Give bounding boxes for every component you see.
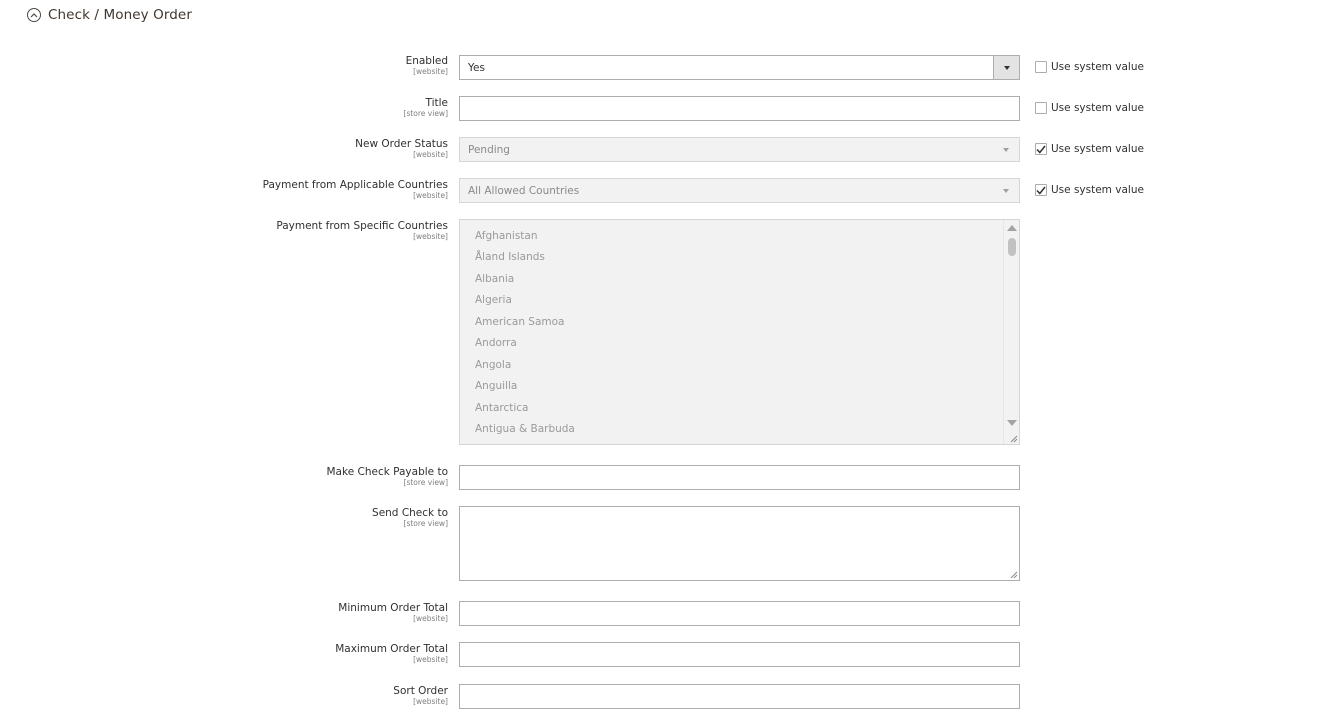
check-icon: [1036, 186, 1046, 195]
send-check-to-textarea[interactable]: [459, 506, 1020, 581]
select-value: All Allowed Countries: [468, 184, 580, 197]
chevron-down-icon: [993, 138, 1019, 161]
checkbox[interactable]: [1035, 102, 1047, 114]
list-item[interactable]: Anguilla: [475, 380, 517, 392]
check-icon: [1036, 145, 1046, 154]
title-use-system-value[interactable]: Use system value: [1035, 102, 1144, 114]
field-label: Send Check to: [372, 507, 448, 519]
list-item[interactable]: Albania: [475, 273, 514, 285]
list-item[interactable]: Antarctica: [475, 402, 529, 414]
list-item[interactable]: Algeria: [475, 294, 512, 306]
checkbox-label: Use system value: [1051, 102, 1144, 114]
scrollbar[interactable]: [1003, 220, 1019, 444]
list-item[interactable]: Antigua & Barbuda: [475, 423, 575, 435]
scope-label: [website]: [413, 232, 448, 241]
scope-label: [website]: [413, 150, 448, 159]
scope-label: [website]: [413, 697, 448, 706]
chevron-down-icon: [993, 56, 1019, 79]
max-order-total-input[interactable]: [459, 642, 1020, 667]
checkbox-label: Use system value: [1051, 61, 1144, 73]
list-item[interactable]: Angola: [475, 359, 511, 371]
field-label: Make Check Payable to: [326, 466, 449, 478]
field-label: Payment from Specific Countries: [276, 220, 448, 232]
scope-label: [store view]: [403, 519, 448, 528]
scope-label: [website]: [413, 614, 448, 623]
list-item[interactable]: American Samoa: [475, 316, 565, 328]
resize-handle-icon[interactable]: [1009, 434, 1018, 443]
min-order-total-input[interactable]: [459, 601, 1020, 626]
select-value: Pending: [468, 143, 510, 156]
new-order-status-select[interactable]: Pending: [459, 137, 1020, 162]
new-order-status-use-system-value[interactable]: Use system value: [1035, 143, 1144, 155]
enabled-use-system-value[interactable]: Use system value: [1035, 61, 1144, 73]
select-value: Yes: [468, 61, 485, 74]
list-item[interactable]: Andorra: [475, 337, 517, 349]
scroll-down-icon[interactable]: [1007, 420, 1017, 426]
field-label: Enabled: [405, 55, 448, 67]
field-label: Sort Order: [393, 685, 448, 697]
sort-order-input[interactable]: [459, 684, 1020, 709]
scope-label: [store view]: [403, 109, 448, 118]
scope-label: [store view]: [403, 478, 448, 487]
field-label: New Order Status: [355, 138, 448, 150]
scrollbar-thumb[interactable]: [1008, 238, 1016, 256]
checkbox[interactable]: [1035, 61, 1047, 73]
checkbox-label: Use system value: [1051, 184, 1144, 196]
section-title: Check / Money Order: [48, 7, 192, 23]
resize-handle-icon[interactable]: [1009, 570, 1018, 579]
checkbox-label: Use system value: [1051, 143, 1144, 155]
chevron-down-icon: [993, 179, 1019, 202]
section-toggle[interactable]: Check / Money Order: [27, 6, 192, 24]
enabled-select[interactable]: Yes: [459, 55, 1020, 80]
chevron-up-icon: [27, 8, 41, 22]
field-label: Minimum Order Total: [338, 602, 448, 614]
list-item[interactable]: Åland Islands: [475, 251, 545, 263]
field-label: Title: [425, 97, 448, 109]
specific-countries-multiselect[interactable]: Afghanistan Åland Islands Albania Algeri…: [459, 219, 1020, 445]
scroll-up-icon[interactable]: [1007, 225, 1017, 231]
applicable-countries-use-system-value[interactable]: Use system value: [1035, 184, 1144, 196]
scope-label: [website]: [413, 67, 448, 76]
payable-to-input[interactable]: [459, 465, 1020, 490]
scope-label: [website]: [413, 191, 448, 200]
field-label: Maximum Order Total: [335, 643, 448, 655]
title-input[interactable]: [459, 96, 1020, 121]
applicable-countries-select[interactable]: All Allowed Countries: [459, 178, 1020, 203]
checkbox-checked[interactable]: [1035, 184, 1047, 196]
field-label: Payment from Applicable Countries: [262, 179, 448, 191]
list-item[interactable]: Afghanistan: [475, 230, 538, 242]
checkbox-checked[interactable]: [1035, 143, 1047, 155]
scope-label: [website]: [413, 655, 448, 664]
